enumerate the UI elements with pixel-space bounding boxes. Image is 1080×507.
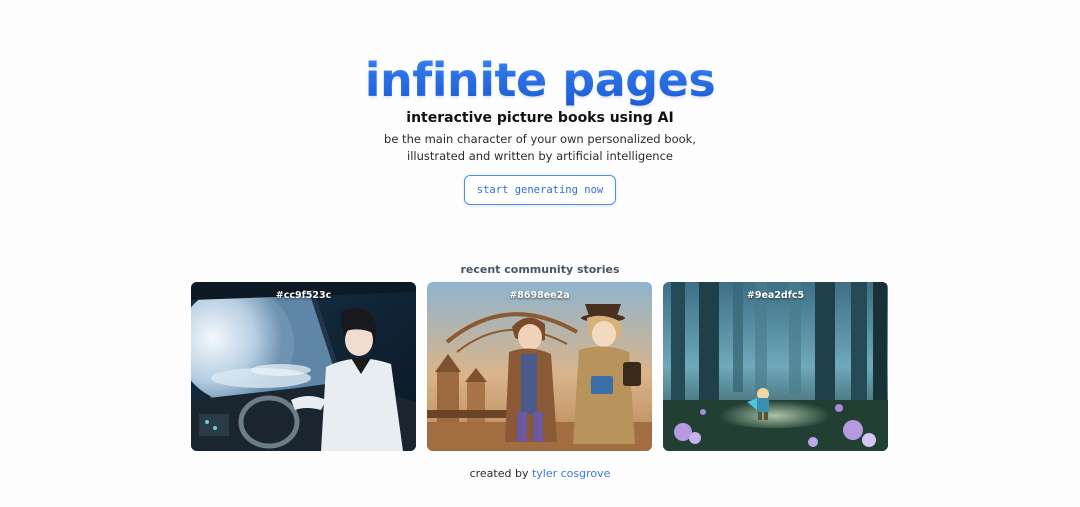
app-subtitle: interactive picture books using AI [406, 110, 674, 126]
description-line-1: be the main character of your own person… [384, 132, 696, 146]
story-image [663, 282, 888, 451]
start-generating-button[interactable]: start generating now [463, 175, 617, 205]
story-id: #8698ee2a [509, 290, 570, 301]
story-image [191, 282, 416, 451]
story-card[interactable]: #cc9f523c [191, 282, 416, 451]
community-gallery: #cc9f523c #8698ee2a #9ea2dfc5 [191, 282, 889, 451]
story-card[interactable]: #8698ee2a [427, 282, 652, 451]
app-title: infinite pages [0, 52, 1080, 108]
footer-credit: created by tyler cosgrove [0, 467, 1080, 480]
footer-prefix: created by [469, 467, 529, 480]
author-link[interactable]: tyler cosgrove [532, 467, 610, 480]
hero-section: infinite pages interactive picture books… [0, 52, 1080, 205]
story-id: #9ea2dfc5 [746, 290, 805, 301]
app-description: be the main character of your own person… [0, 131, 1080, 165]
story-id: #cc9f523c [275, 290, 332, 301]
story-card[interactable]: #9ea2dfc5 [663, 282, 888, 451]
story-image [427, 282, 652, 451]
community-heading: recent community stories [460, 263, 620, 276]
page: infinite pages interactive picture books… [0, 0, 1080, 507]
description-line-2: illustrated and written by artificial in… [407, 149, 673, 163]
